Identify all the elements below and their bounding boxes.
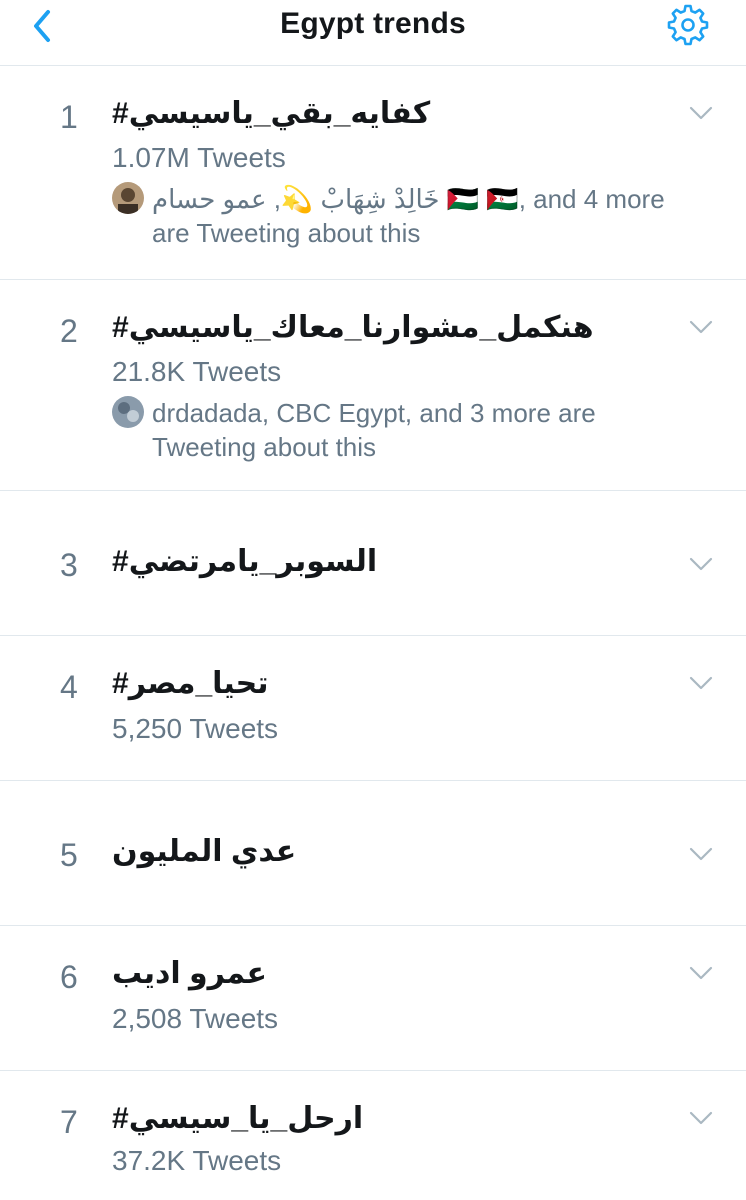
chevron-down-icon[interactable] [689, 106, 713, 120]
tweet-count: 2,508 Tweets [112, 1003, 279, 1034]
trend-name: #كفايه_بقي_ياسيسي [112, 97, 431, 130]
tweet-count: 37.2K Tweets [112, 1145, 282, 1176]
trend-row[interactable]: 2 #هنكمل_مشوارنا_معاك_ياسيسي 21.8K Tweet… [0, 280, 746, 491]
chevron-down-icon[interactable] [689, 676, 713, 690]
context-line-2: Tweeting about this [152, 432, 377, 462]
trend-rank: 6 [60, 959, 78, 995]
trend-name: #السوبر_يامرتضي [112, 545, 378, 578]
avatar [112, 182, 144, 214]
trend-name: عمرو اديب [112, 957, 267, 990]
trend-name: #تحيا_مصر [112, 667, 269, 700]
trend-rank: 5 [60, 837, 78, 873]
trend-row[interactable]: 4 #تحيا_مصر 5,250 Tweets [0, 636, 746, 781]
chevron-down-icon[interactable] [689, 847, 713, 861]
trend-row[interactable]: 1 #كفايه_بقي_ياسيسي 1.07M Tweets خَالِدْ… [0, 66, 746, 280]
chevron-down-icon[interactable] [689, 557, 713, 571]
context-line-1: خَالِدْ شِهَابْ 💫, عمو حسام 🇵🇸 🇪🇭, and 4… [152, 184, 665, 214]
trends-list: 1 #كفايه_بقي_ياسيسي 1.07M Tweets خَالِدْ… [0, 66, 746, 1191]
avatar [112, 396, 144, 428]
chevron-down-icon[interactable] [689, 966, 713, 980]
trend-name: عدي المليون [112, 835, 297, 868]
trend-row[interactable]: 6 عمرو اديب 2,508 Tweets [0, 926, 746, 1071]
chevron-down-icon[interactable] [689, 1111, 713, 1125]
trend-row[interactable]: 5 عدي المليون [0, 781, 746, 926]
trend-row[interactable]: 7 #ارحل_يا_سيسي 37.2K Tweets [0, 1071, 746, 1191]
tweet-count: 5,250 Tweets [112, 713, 279, 744]
chevron-down-icon[interactable] [689, 320, 713, 334]
trend-name: #هنكمل_مشوارنا_معاك_ياسيسي [112, 311, 594, 344]
trend-rank: 7 [60, 1104, 78, 1140]
top-bar: Egypt trends [0, 0, 746, 66]
tweet-count: 1.07M Tweets [112, 142, 286, 173]
context-line-1: drdadada, CBC Egypt, and 3 more are [152, 398, 596, 428]
context-line-2: are Tweeting about this [152, 218, 421, 248]
page-title: Egypt trends [280, 7, 466, 40]
tweet-count: 21.8K Tweets [112, 356, 282, 387]
trend-rank: 4 [60, 669, 78, 705]
trend-name: #ارحل_يا_سيسي [112, 1102, 364, 1135]
trend-rank: 3 [60, 547, 78, 583]
trend-context: drdadada, CBC Egypt, and 3 more are Twee… [112, 396, 712, 464]
trend-context: خَالِدْ شِهَابْ 💫, عمو حسام 🇵🇸 🇪🇭, and 4… [112, 182, 712, 250]
trend-rank: 1 [60, 99, 78, 135]
gear-icon[interactable] [667, 4, 709, 46]
trend-rank: 2 [60, 313, 78, 349]
trend-row[interactable]: 3 #السوبر_يامرتضي [0, 491, 746, 636]
